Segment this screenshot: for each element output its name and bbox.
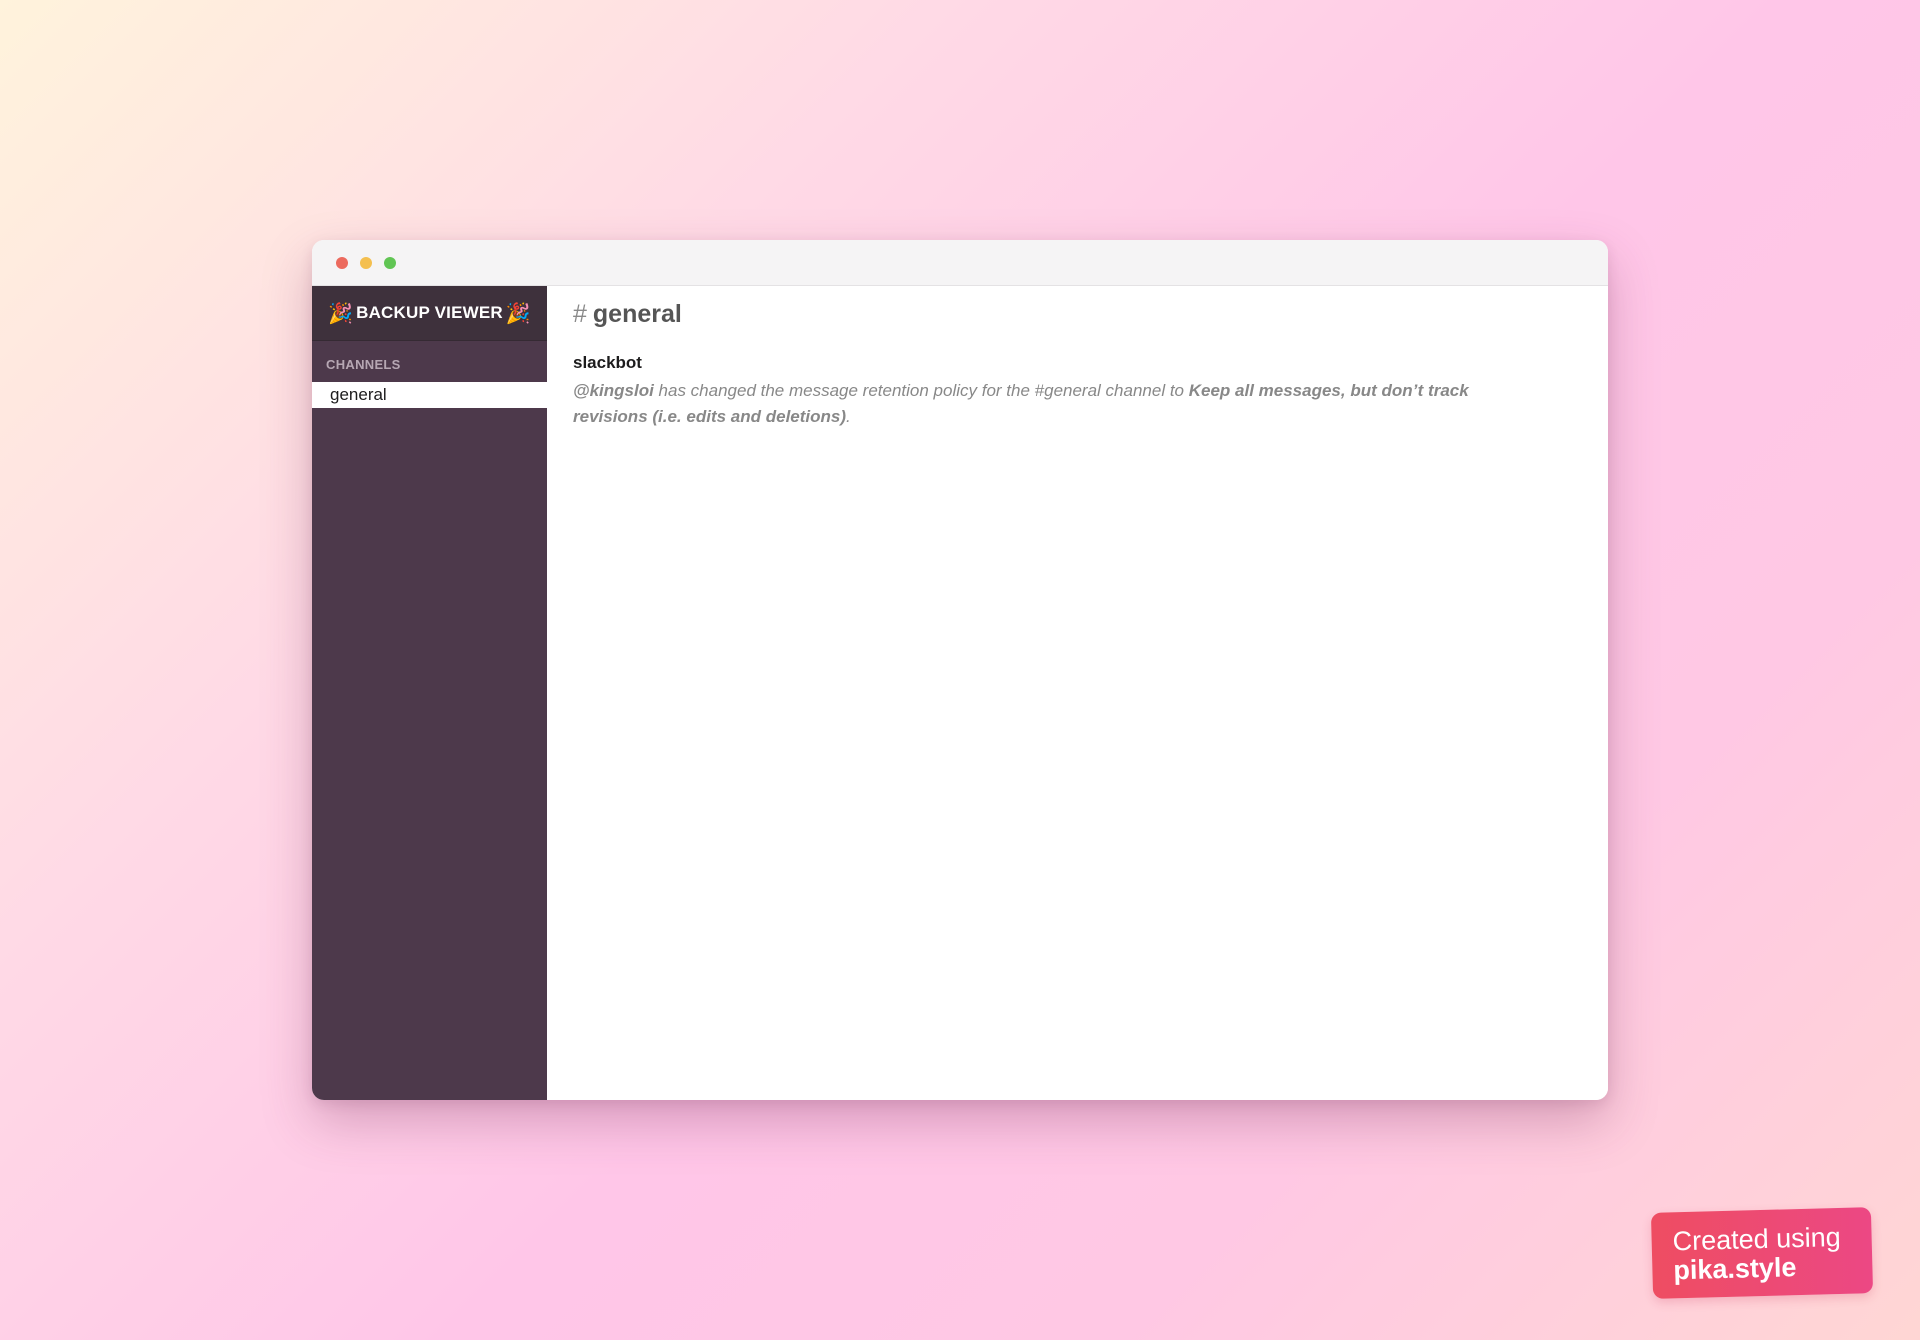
channel-title: # general	[573, 297, 1608, 331]
message-text-middle: has changed the message retention policy…	[653, 381, 1189, 400]
message: slackbot @kingsloi has changed the messa…	[573, 352, 1533, 430]
user-mention[interactable]: @kingsloi	[573, 381, 654, 400]
hash-icon: #	[573, 300, 587, 328]
window-titlebar	[312, 240, 1608, 286]
channel-name: general	[592, 300, 682, 328]
sidebar-item-general[interactable]: general	[312, 382, 547, 408]
minimize-window-button[interactable]	[360, 257, 372, 269]
party-popper-icon: 🎉	[505, 302, 532, 325]
watermark-line-2: pika.style	[1673, 1252, 1797, 1286]
message-text: @kingsloi has changed the message retent…	[573, 378, 1533, 430]
app-title: BACKUP VIEWER	[356, 303, 503, 322]
party-popper-icon: 🎉	[327, 302, 354, 325]
channels-section-label: CHANNELS	[326, 357, 401, 372]
message-author: slackbot	[573, 353, 642, 372]
close-window-button[interactable]	[336, 257, 348, 269]
pika-style-watermark[interactable]: Created using pika.style	[1650, 1207, 1874, 1299]
sidebar: 🎉 BACKUP VIEWER 🎉 CHANNELS general	[312, 286, 547, 1100]
message-text-end: .	[846, 407, 851, 426]
main-content: # general slackbot @kingsloi has changed …	[547, 286, 1608, 1100]
sidebar-header: 🎉 BACKUP VIEWER 🎉	[312, 286, 547, 341]
app-window: 🎉 BACKUP VIEWER 🎉 CHANNELS general # gene…	[312, 240, 1608, 1100]
maximize-window-button[interactable]	[384, 257, 396, 269]
